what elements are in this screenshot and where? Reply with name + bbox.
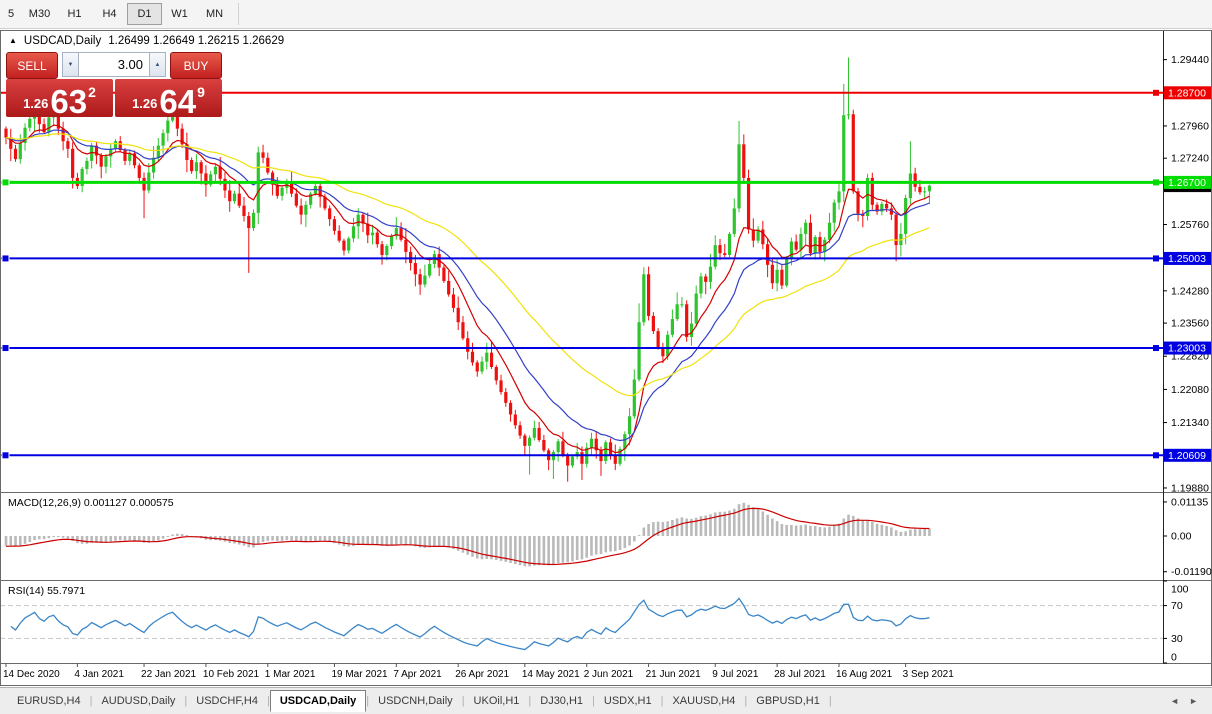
timeframe-button-5[interactable]: 5 (0, 3, 22, 25)
macd-indicator-label: MACD(12,26,9) 0.001127 0.000575 (8, 497, 174, 509)
timeframe-toolbar: 5M30H1H4D1W1MN (0, 0, 1212, 29)
volume-input[interactable]: 3.00 (79, 52, 149, 77)
rsi-indicator-label: RSI(14) 55.7971 (8, 585, 85, 597)
svg-text:1.27240: 1.27240 (1171, 153, 1209, 165)
one-click-trading-panel: SELL ▼ 3.00 ▲ BUY 1.26 63 2 1.26 64 9 (6, 52, 222, 117)
svg-text:3 Sep 2021: 3 Sep 2021 (903, 669, 955, 680)
buy-price-pip: 9 (197, 84, 205, 100)
svg-text:0.01135: 0.01135 (1171, 496, 1208, 508)
chart-plot[interactable]: 1.29440 1.27960 1.27240 1.25760 1.24280 1.235… (0, 30, 1212, 686)
svg-text:28 Jul 2021: 28 Jul 2021 (774, 669, 826, 680)
chart-tab-EURUSD-H4[interactable]: EURUSD,H4 (8, 691, 90, 711)
svg-text:1.26700: 1.26700 (1168, 177, 1206, 189)
chart-symbol-label: USDCAD,Daily (24, 35, 101, 47)
svg-text:1.29440: 1.29440 (1171, 54, 1209, 66)
timeframe-button-D1[interactable]: D1 (127, 3, 162, 25)
timeframe-button-H1[interactable]: H1 (57, 3, 92, 25)
tab-scroll-right-icon[interactable]: ► (1189, 696, 1198, 706)
buy-price-big: 64 (159, 88, 196, 115)
chart-tab-AUDUSD-Daily[interactable]: AUDUSD,Daily (92, 691, 184, 711)
svg-text:22 Jan 2021: 22 Jan 2021 (141, 669, 196, 680)
svg-text:1.20609: 1.20609 (1168, 450, 1206, 462)
svg-text:0: 0 (1171, 652, 1177, 664)
svg-text:30: 30 (1171, 633, 1183, 645)
chart-tabs-bar: EURUSD,H4|AUDUSD,Daily|USDCHF,H4|USDCAD,… (0, 687, 1212, 714)
chart-tab-USDCHF-H4[interactable]: USDCHF,H4 (187, 691, 267, 711)
chart-tab-UKOil-H1[interactable]: UKOil,H1 (465, 691, 529, 711)
volume-increase-button[interactable]: ▲ (149, 52, 166, 77)
chart-title: ▲ USDCAD,Daily 1.26499 1.26649 1.26215 1… (9, 35, 284, 47)
sell-button[interactable]: SELL (6, 52, 58, 79)
svg-text:1.28700: 1.28700 (1168, 87, 1206, 99)
timeframe-button-H4[interactable]: H4 (92, 3, 127, 25)
chart-ohlc-values: 1.26499 1.26649 1.26215 1.26629 (108, 35, 284, 47)
chart-tab-DJ30-H1[interactable]: DJ30,H1 (531, 691, 592, 711)
tab-scroll-left-icon[interactable]: ◄ (1170, 696, 1179, 706)
volume-decrease-button[interactable]: ▼ (62, 52, 79, 77)
buy-price-prefix: 1.26 (132, 96, 157, 111)
trading-platform-window: 5M30H1H4D1W1MN 1.29440 1.27960 1.27240 1.25… (0, 0, 1212, 714)
buy-price-box[interactable]: 1.26 64 9 (115, 79, 222, 117)
sell-price-big: 63 (50, 88, 87, 115)
svg-text:70: 70 (1171, 600, 1183, 612)
svg-text:14 May 2021: 14 May 2021 (522, 669, 580, 680)
one-click-collapse-arrow-icon[interactable]: ▲ (9, 36, 17, 45)
svg-text:14 Dec 2020: 14 Dec 2020 (3, 669, 60, 680)
svg-text:26 Apr 2021: 26 Apr 2021 (455, 669, 509, 680)
buy-button[interactable]: BUY (170, 52, 222, 79)
chart-tab-XAUUSD-H4[interactable]: XAUUSD,H4 (663, 691, 744, 711)
svg-text:7 Apr 2021: 7 Apr 2021 (393, 669, 442, 680)
svg-text:1.23003: 1.23003 (1168, 343, 1206, 355)
svg-text:4 Jan 2021: 4 Jan 2021 (74, 669, 124, 680)
svg-text:1.21340: 1.21340 (1171, 417, 1209, 429)
svg-text:-0.011904: -0.011904 (1171, 566, 1212, 578)
svg-text:2 Jun 2021: 2 Jun 2021 (584, 669, 634, 680)
svg-text:16 Aug 2021: 16 Aug 2021 (836, 669, 893, 680)
svg-text:1.23560: 1.23560 (1171, 318, 1209, 330)
chart-tab-GBPUSD-H1[interactable]: GBPUSD,H1 (747, 691, 829, 711)
svg-text:19 Mar 2021: 19 Mar 2021 (331, 669, 388, 680)
toolbar-separator (238, 3, 239, 25)
svg-text:1.24280: 1.24280 (1171, 285, 1209, 297)
svg-text:1.22080: 1.22080 (1171, 384, 1209, 396)
tab-separator: | (829, 695, 832, 707)
svg-text:1.25003: 1.25003 (1168, 253, 1206, 265)
svg-text:1.27960: 1.27960 (1171, 120, 1209, 132)
svg-text:1 Mar 2021: 1 Mar 2021 (265, 669, 316, 680)
sell-price-pip: 2 (88, 84, 96, 100)
svg-text:10 Feb 2021: 10 Feb 2021 (203, 669, 260, 680)
chart-tab-USDCNH-Daily[interactable]: USDCNH,Daily (369, 691, 462, 711)
svg-text:21 Jun 2021: 21 Jun 2021 (646, 669, 701, 680)
timeframe-button-M30[interactable]: M30 (22, 3, 57, 25)
svg-text:1.25760: 1.25760 (1171, 219, 1209, 231)
svg-text:100: 100 (1171, 584, 1189, 596)
timeframe-button-MN[interactable]: MN (197, 3, 232, 25)
sell-price-prefix: 1.26 (23, 96, 48, 111)
svg-text:9 Jul 2021: 9 Jul 2021 (712, 669, 759, 680)
chart-tab-USDX-H1[interactable]: USDX,H1 (595, 691, 661, 711)
volume-spinner: ▼ 3.00 ▲ (62, 52, 166, 77)
sell-price-box[interactable]: 1.26 63 2 (6, 79, 113, 117)
svg-text:1.19880: 1.19880 (1171, 482, 1209, 494)
svg-text:0.00: 0.00 (1171, 531, 1192, 543)
chart-tab-USDCAD-Daily[interactable]: USDCAD,Daily (270, 690, 366, 712)
timeframe-button-W1[interactable]: W1 (162, 3, 197, 25)
